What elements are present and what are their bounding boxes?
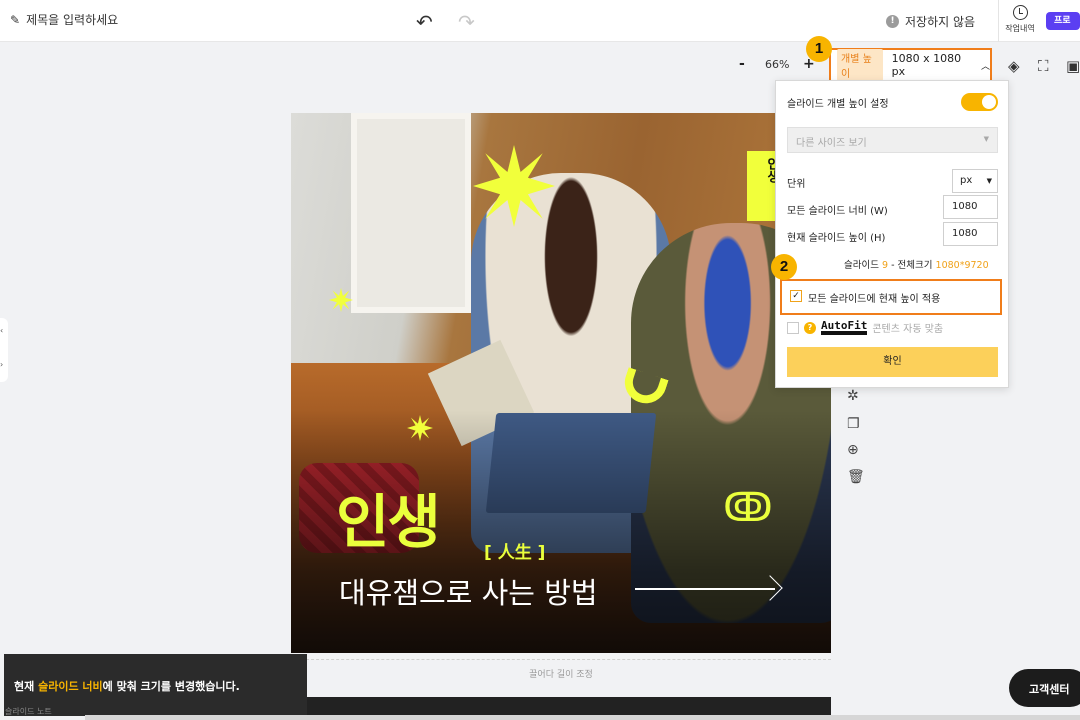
slide-headline[interactable]: 인생 <box>336 475 441 559</box>
width-input[interactable]: 1080 <box>943 195 998 219</box>
slide-size-value: 1080 x 1080 px <box>891 52 962 78</box>
pro-badge[interactable]: 프로 <box>1046 12 1080 30</box>
help-question-icon[interactable]: ? <box>804 321 816 334</box>
size-mode-tag: 개별 높이 <box>837 49 883 81</box>
height-label: 현재 슬라이드 높이 (H) <box>787 233 886 244</box>
help-center-button[interactable]: 고객센터 <box>1009 669 1080 707</box>
chevron-right-icon: › <box>0 360 4 369</box>
other-sizes-select[interactable]: 다른 사이즈 보기 ▼ <box>787 127 998 153</box>
slide-subline[interactable]: 대유잼으로 사는 방법 <box>339 570 598 612</box>
color-palette-icon[interactable]: ✲ <box>847 388 859 404</box>
unit-value: px <box>960 175 973 186</box>
slide-total-info: 슬라이드 9 - 전체크기 1080*9720 <box>844 257 989 271</box>
layers-icon[interactable]: ◈ <box>1008 57 1020 75</box>
total-size-label: - 전체크기 <box>891 260 933 271</box>
horizontal-scrollbar[interactable] <box>85 715 1080 720</box>
other-sizes-label: 다른 사이즈 보기 <box>796 138 867 149</box>
total-size-value: 1080*9720 <box>935 260 989 271</box>
redo-icon[interactable]: ↷ <box>458 10 475 34</box>
save-status-label: 저장하지 않음 <box>905 15 976 29</box>
zoom-level: 66% <box>765 58 790 71</box>
slide-size-dropdown[interactable]: 개별 높이 1080 x 1080 px ︿ <box>829 48 992 82</box>
chart-icon[interactable]: ▣ <box>1066 57 1080 75</box>
chevron-left-icon: ‹ <box>0 326 4 335</box>
title-placeholder: 제목을 입력하세요 <box>26 13 119 27</box>
toast-suffix: 에 맞춰 크기를 변경했습니다. <box>102 680 240 693</box>
unit-select[interactable]: px ▼ <box>952 169 998 193</box>
toolbar-divider <box>998 0 999 42</box>
caret-down-icon: ▼ <box>986 177 992 185</box>
individual-height-label: 슬라이드 개별 높이 설정 <box>787 99 889 110</box>
duplicate-icon[interactable]: ❐ <box>847 416 860 432</box>
squiggle-shape: ↂ <box>723 485 773 531</box>
pencil-icon: ✎ <box>10 12 21 27</box>
clock-icon <box>1012 5 1028 20</box>
individual-height-toggle[interactable] <box>961 93 998 111</box>
info-icon: ! <box>886 15 899 28</box>
slide-headline-hanja[interactable]: [ 人生 ] <box>484 538 545 563</box>
toast-highlight: 슬라이드 너비 <box>38 680 103 693</box>
slide-count: 9 <box>882 260 889 271</box>
history-label: 작업내역 <box>1005 24 1035 33</box>
width-label: 모든 슬라이드 너비 (W) <box>787 206 888 217</box>
step-marker-1: 1 <box>806 36 832 62</box>
add-slide-icon[interactable]: ⊕ <box>847 442 859 458</box>
confirm-button[interactable]: 확인 <box>787 347 998 377</box>
unit-label: 단위 <box>787 179 806 190</box>
slide-size-panel: 슬라이드 개별 높이 설정 다른 사이즈 보기 ▼ 단위 px ▼ 모든 슬라이… <box>775 80 1009 388</box>
autofit-label: 콘텐츠 자동 맞춤 <box>872 324 944 335</box>
slide-canvas[interactable]: 인생 ↂ 인생 [ 人生 ] 대유잼으로 사는 방법 <box>291 113 831 653</box>
resize-drag-handle[interactable]: 끌어다 길이 조정 <box>291 659 831 687</box>
save-status: ! 저장하지 않음 <box>886 13 975 30</box>
step-marker-2: 2 <box>771 254 797 280</box>
top-bar: ✎ 제목을 입력하세요 ↶ ↷ ! 저장하지 않음 작업내역 프로 <box>0 0 1080 42</box>
left-panel-handle[interactable]: ‹ › <box>0 318 8 382</box>
chevron-up-icon: ︿ <box>980 61 990 72</box>
history-button[interactable]: 작업내역 <box>1002 5 1038 34</box>
caret-down-icon: ▼ <box>983 135 989 143</box>
title-field[interactable]: ✎ 제목을 입력하세요 <box>10 11 118 28</box>
autofit-option[interactable]: ? AutoFit 콘텐츠 자동 맞춤 <box>787 320 943 335</box>
toast-prefix: 현재 <box>14 680 39 693</box>
apply-all-label: 모든 슬라이드에 현재 높이 적용 <box>808 294 941 305</box>
height-input[interactable]: 1080 <box>943 222 998 246</box>
toggle-knob <box>982 95 996 109</box>
autofit-checkbox[interactable] <box>787 321 799 334</box>
crop-frame-icon[interactable]: ⛶ <box>1038 57 1049 75</box>
undo-icon[interactable]: ↶ <box>416 10 433 34</box>
slide-prefix: 슬라이드 <box>844 260 879 271</box>
trash-icon[interactable]: 🗑 <box>847 469 865 485</box>
slide-note-toggle[interactable]: 슬라이드 노트 <box>5 706 52 717</box>
apply-all-checkbox[interactable]: ✓ <box>790 290 802 302</box>
autofit-logo: AutoFit <box>821 320 868 335</box>
zoom-out-button[interactable]: - <box>739 56 745 72</box>
arrow-line <box>635 588 775 590</box>
apply-all-option[interactable]: ✓ 모든 슬라이드에 현재 높이 적용 <box>780 279 1002 315</box>
